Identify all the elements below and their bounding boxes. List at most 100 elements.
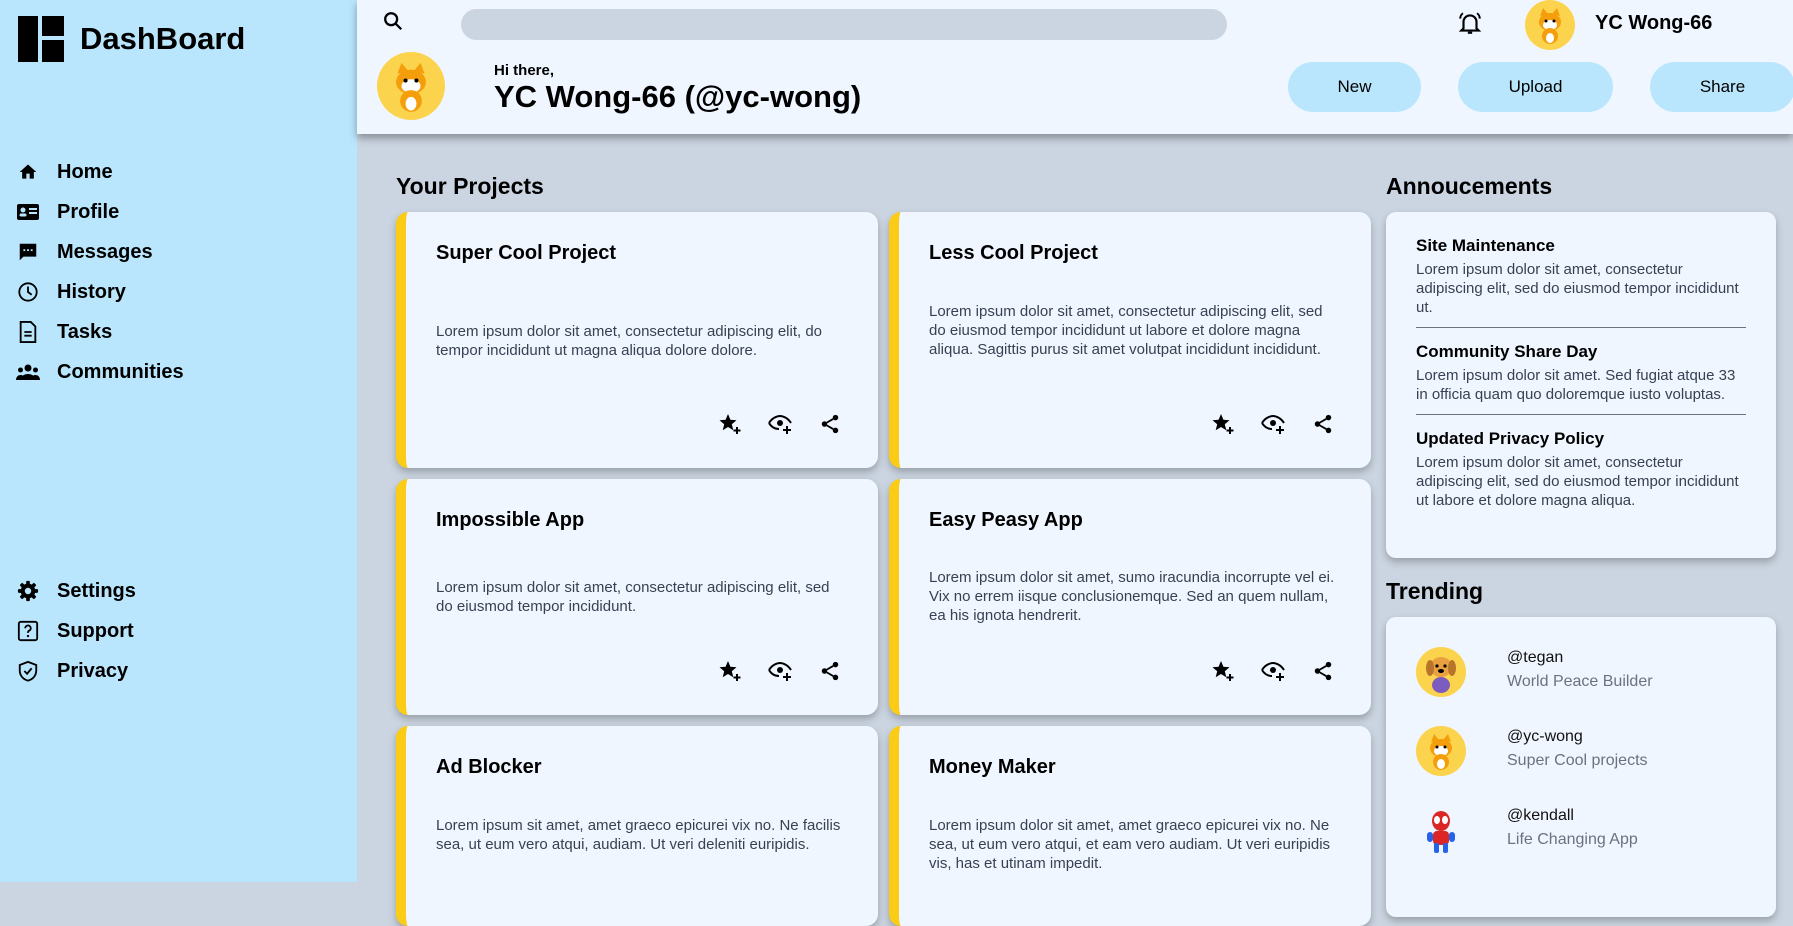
- announcements-panel: Site Maintenance Lorem ipsum dolor sit a…: [1386, 212, 1776, 558]
- project-card[interactable]: Money Maker Lorem ipsum dolor sit amet, …: [889, 726, 1371, 926]
- project-description: Lorem ipsum dolor sit amet, amet graeco …: [929, 817, 1331, 872]
- nav-label: Privacy: [57, 659, 129, 682]
- divider: [1416, 327, 1746, 328]
- sidebar: DashBoard Home Profile Messages History …: [0, 0, 357, 882]
- nav-label: Support: [57, 619, 134, 642]
- dashboard-logo-icon: [18, 16, 64, 62]
- watch-add-icon[interactable]: [1261, 412, 1285, 436]
- new-button[interactable]: New: [1288, 62, 1421, 112]
- project-title: Easy Peasy App: [929, 509, 1083, 531]
- project-card[interactable]: Super Cool Project Lorem ipsum dolor sit…: [396, 212, 878, 468]
- announcement-title: Updated Privacy Policy: [1416, 429, 1605, 448]
- user-avatar[interactable]: [1525, 0, 1575, 50]
- group-icon: [16, 360, 40, 384]
- nav-item-tasks[interactable]: Tasks: [16, 312, 184, 352]
- project-card[interactable]: Ad Blocker Lorem ipsum sit amet, amet gr…: [396, 726, 878, 926]
- star-add-icon[interactable]: [1211, 412, 1235, 436]
- nav-label: History: [57, 280, 126, 303]
- project-actions: [718, 412, 842, 436]
- share-icon[interactable]: [818, 412, 842, 436]
- project-actions: [718, 659, 842, 683]
- projects-title: Your Projects: [396, 173, 544, 199]
- upload-button[interactable]: Upload: [1458, 62, 1613, 112]
- nav-item-messages[interactable]: Messages: [16, 232, 184, 272]
- main-nav: Home Profile Messages History Tasks Comm…: [16, 152, 184, 392]
- watch-add-icon[interactable]: [768, 659, 792, 683]
- project-description: Lorem ipsum sit amet, amet graeco epicur…: [436, 817, 841, 853]
- announcement-item[interactable]: Updated Privacy Policy Lorem ipsum dolor…: [1386, 429, 1776, 510]
- project-title: Less Cool Project: [929, 242, 1098, 264]
- announcement-title: Site Maintenance: [1416, 236, 1555, 255]
- project-card[interactable]: Easy Peasy App Lorem ipsum dolor sit ame…: [889, 479, 1371, 715]
- nav-item-profile[interactable]: Profile: [16, 192, 184, 232]
- project-title: Impossible App: [436, 509, 585, 531]
- star-add-icon[interactable]: [718, 412, 742, 436]
- greeting-text: Hi there,: [494, 62, 555, 79]
- project-card[interactable]: Impossible App Lorem ipsum dolor sit ame…: [396, 479, 878, 715]
- nav-label: Home: [57, 160, 113, 183]
- project-title: Ad Blocker: [436, 756, 542, 778]
- brand[interactable]: DashBoard: [18, 16, 245, 62]
- project-actions: [1211, 412, 1335, 436]
- trending-subtitle: World Peace Builder: [1507, 673, 1653, 690]
- trending-item[interactable]: @tegan World Peace Builder: [1416, 647, 1756, 707]
- trending-item[interactable]: @yc-wong Super Cool projects: [1416, 726, 1756, 786]
- share-button[interactable]: Share: [1650, 62, 1793, 112]
- project-card[interactable]: Less Cool Project Lorem ipsum dolor sit …: [889, 212, 1371, 468]
- profile-avatar: [377, 52, 445, 120]
- shield-icon: [16, 659, 40, 683]
- trending-subtitle: Super Cool projects: [1507, 752, 1648, 769]
- nav-item-support[interactable]: Support: [16, 611, 136, 651]
- id-card-icon: [16, 200, 40, 224]
- trending-title: Trending: [1386, 578, 1484, 604]
- header-user-name[interactable]: YC Wong-66: [1595, 12, 1712, 35]
- chat-icon: [16, 240, 40, 264]
- watch-add-icon[interactable]: [1261, 659, 1285, 683]
- share-icon[interactable]: [1311, 659, 1335, 683]
- nav-label: Settings: [57, 579, 136, 602]
- nav-item-settings[interactable]: Settings: [16, 571, 136, 611]
- user-full-name: YC Wong-66 (@yc-wong): [494, 79, 862, 114]
- trending-subtitle: Life Changing App: [1507, 831, 1638, 848]
- nav-label: Messages: [57, 240, 153, 263]
- cat-avatar: [1416, 726, 1466, 776]
- project-description: Lorem ipsum dolor sit amet, sumo iracund…: [929, 569, 1335, 624]
- trending-handle: @kendall: [1507, 807, 1574, 824]
- clock-icon: [16, 280, 40, 304]
- nav-label: Communities: [57, 360, 184, 383]
- trending-panel: @tegan World Peace Builder @yc-wong Supe…: [1386, 617, 1776, 917]
- announcement-body: Lorem ipsum dolor sit amet, consectetur …: [1416, 261, 1739, 316]
- nav-item-communities[interactable]: Communities: [16, 352, 184, 392]
- search-input[interactable]: [461, 9, 1227, 40]
- watch-add-icon[interactable]: [768, 412, 792, 436]
- bottom-nav: Settings Support Privacy: [16, 571, 136, 691]
- header: YC Wong-66 Hi there, YC Wong-66 (@yc-won…: [357, 0, 1793, 134]
- trending-handle: @tegan: [1507, 649, 1564, 666]
- spider-avatar: [1416, 805, 1466, 855]
- announcements-title: Annoucements: [1386, 173, 1553, 199]
- project-actions: [1211, 659, 1335, 683]
- share-icon[interactable]: [1311, 412, 1335, 436]
- trending-item[interactable]: @kendall Life Changing App: [1416, 805, 1756, 865]
- nav-item-home[interactable]: Home: [16, 152, 184, 192]
- home-icon: [16, 160, 40, 184]
- project-description: Lorem ipsum dolor sit amet, consectetur …: [436, 323, 823, 359]
- star-add-icon[interactable]: [718, 659, 742, 683]
- announcement-body: Lorem ipsum dolor sit amet. Sed fugiat a…: [1416, 367, 1736, 403]
- nav-label: Tasks: [57, 320, 113, 343]
- announcement-item[interactable]: Site Maintenance Lorem ipsum dolor sit a…: [1386, 236, 1776, 317]
- announcement-item[interactable]: Community Share Day Lorem ipsum dolor si…: [1386, 342, 1776, 404]
- search-icon[interactable]: [382, 10, 406, 34]
- project-title: Money Maker: [929, 756, 1056, 778]
- announcement-title: Community Share Day: [1416, 342, 1598, 361]
- notification-bell-icon[interactable]: [1457, 10, 1485, 38]
- nav-item-privacy[interactable]: Privacy: [16, 651, 136, 691]
- divider: [1416, 414, 1746, 415]
- star-add-icon[interactable]: [1211, 659, 1235, 683]
- share-icon[interactable]: [818, 659, 842, 683]
- nav-item-history[interactable]: History: [16, 272, 184, 312]
- brand-title: DashBoard: [80, 21, 246, 56]
- announcement-body: Lorem ipsum dolor sit amet, consectetur …: [1416, 454, 1739, 509]
- gear-icon: [16, 579, 40, 603]
- document-icon: [16, 320, 40, 344]
